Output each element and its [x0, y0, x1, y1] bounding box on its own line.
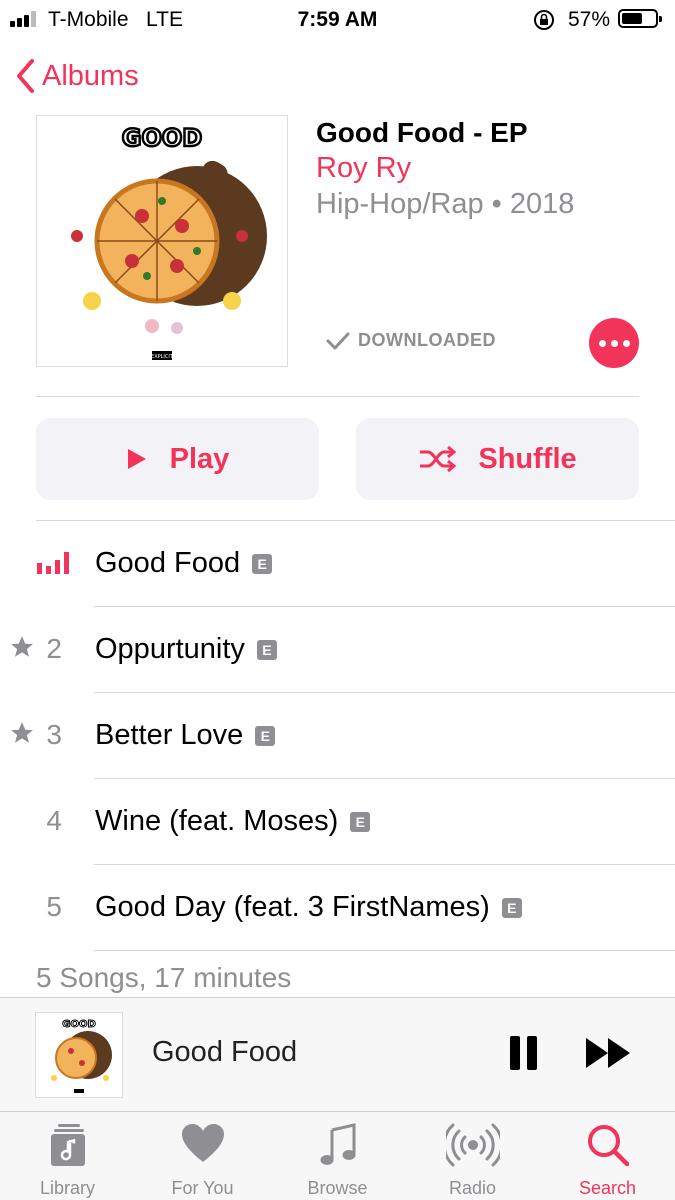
back-label: Albums [42, 59, 139, 92]
mini-cover-logo-text: GOOD [62, 1019, 96, 1030]
track-number: 4 [46, 805, 62, 836]
battery-percent: 57% [568, 8, 611, 31]
album-summary: 5 Songs, 17 minutes [36, 962, 292, 993]
track-title: Oppurtunity E [95, 633, 277, 666]
album-artwork[interactable]: GOOD EXPLICIT [36, 115, 288, 367]
back-button[interactable]: Albums [14, 56, 139, 96]
play-label: Play [169, 442, 230, 475]
cover-advisory-label: EXPLICIT [151, 354, 174, 360]
shuffle-button[interactable]: Shuffle [356, 418, 639, 500]
downloaded-label: DOWNLOADED [358, 330, 496, 350]
battery-icon [618, 9, 662, 28]
checkmark-icon [326, 332, 350, 349]
tab-label: Radio [448, 1178, 497, 1198]
chevron-left-icon [17, 59, 34, 93]
orientation-lock-icon [534, 10, 554, 30]
album-genre-year: Hip-Hop/Rap • 2018 [316, 188, 575, 220]
track-title: Wine (feat. Moses) E [95, 805, 371, 838]
play-button[interactable]: Play [36, 418, 319, 500]
track-row-3[interactable]: 3 Better Love E [0, 693, 675, 779]
search-icon [587, 1125, 629, 1167]
album-title: Good Food - EP [316, 117, 528, 148]
tab-radio[interactable]: Radio [405, 1112, 540, 1200]
tab-label: Library [39, 1178, 96, 1198]
track-title: Good Day (feat. 3 FirstNames) E [95, 891, 522, 924]
explicit-badge: E [256, 639, 277, 660]
track-row-2[interactable]: 2 Oppurtunity E [0, 607, 675, 693]
tab-label: For You [171, 1178, 234, 1198]
explicit-badge: E [255, 725, 276, 746]
heart-icon [181, 1124, 224, 1162]
mini-player-artwork: GOOD [35, 1012, 123, 1098]
track-title: Better Love E [95, 719, 276, 752]
tab-browse[interactable]: Browse [270, 1112, 405, 1200]
album-artwork-image: GOOD EXPLICIT [71, 123, 267, 360]
more-options-button[interactable] [589, 318, 639, 368]
now-playing-equalizer-icon [37, 552, 69, 574]
ellipsis-icon [598, 339, 606, 347]
tab-label: Search [578, 1178, 637, 1198]
album-artist-link[interactable]: Roy Ry [316, 152, 411, 185]
radio-icon [445, 1123, 500, 1167]
explicit-badge: E [501, 897, 522, 918]
shuffle-icon [420, 445, 457, 473]
cover-logo-text: GOOD [122, 124, 202, 152]
fast-forward-button[interactable] [584, 1036, 634, 1070]
explicit-badge: E [252, 553, 273, 574]
track-row-5[interactable]: 5 Good Day (feat. 3 FirstNames) E [0, 865, 675, 951]
now-playing-title: Good Food [152, 1036, 298, 1068]
library-icon [50, 1124, 85, 1166]
track-title: Good Food E [95, 547, 273, 580]
tab-bar: Library For You Browse Radio Search [0, 1112, 675, 1200]
mini-player[interactable]: GOOD Good Food [0, 997, 675, 1112]
track-row-4[interactable]: 4 Wine (feat. Moses) E [0, 779, 675, 865]
track-number: 2 [46, 633, 62, 664]
tab-library[interactable]: Library [0, 1112, 135, 1200]
status-bar: T-Mobile LTE 7:59 AM 57% [0, 0, 675, 38]
pause-button[interactable] [510, 1036, 538, 1070]
tab-label: Browse [307, 1178, 368, 1198]
play-icon [127, 449, 146, 469]
shuffle-label: Shuffle [478, 442, 577, 475]
explicit-badge: E [350, 811, 371, 832]
divider [36, 396, 639, 397]
tab-for-you[interactable]: For You [135, 1112, 270, 1200]
tab-search[interactable]: Search [540, 1112, 675, 1200]
music-note-icon [320, 1123, 355, 1165]
downloaded-status: DOWNLOADED [326, 330, 496, 351]
track-row-1[interactable]: Good Food E [0, 521, 675, 607]
track-number: 3 [46, 719, 62, 750]
track-number: 5 [46, 891, 62, 922]
